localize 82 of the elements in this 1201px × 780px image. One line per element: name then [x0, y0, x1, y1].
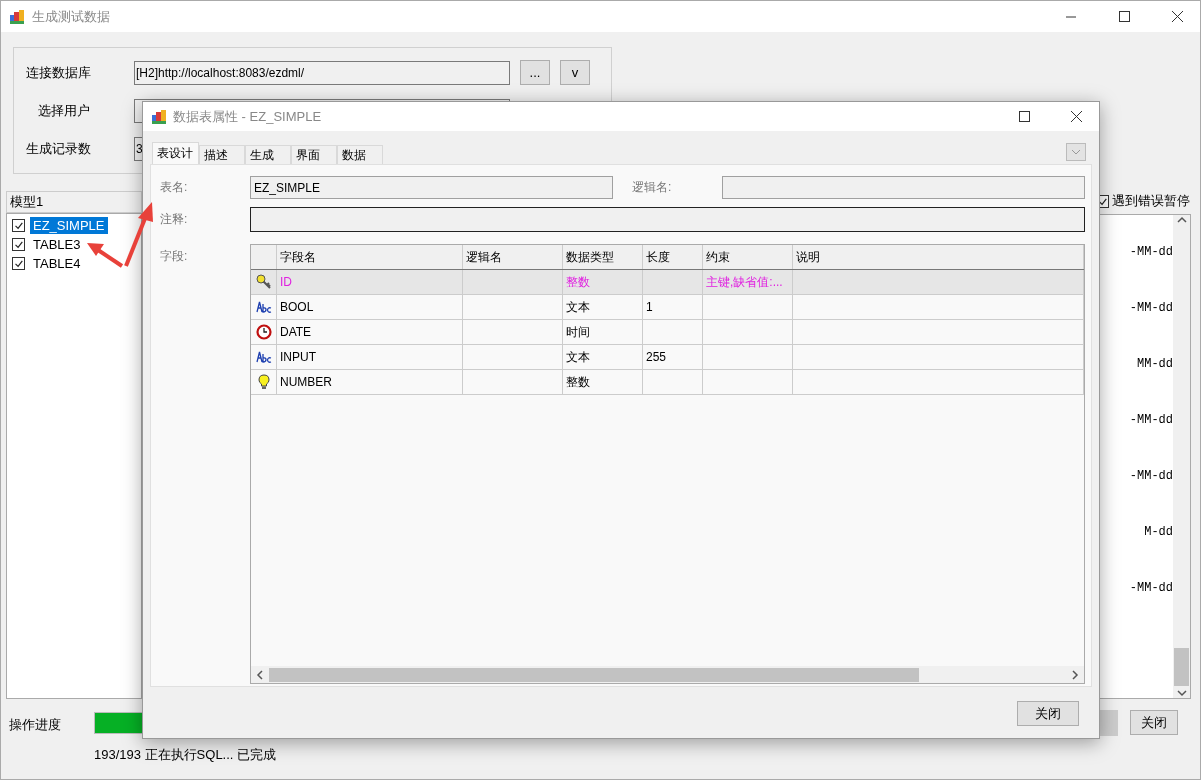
table-row[interactable]: BOOL 文本 1 [251, 295, 1084, 320]
tab[interactable]: 描述 [199, 145, 245, 164]
scroll-right-icon[interactable] [1070, 669, 1080, 680]
log-line: M-dd [1144, 524, 1173, 541]
scroll-thumb[interactable] [1174, 648, 1189, 686]
status-text: 193/193 正在执行SQL... 已完成 [94, 746, 278, 764]
maximize-icon [1018, 111, 1030, 122]
field-label: 生成记录数 [26, 139, 92, 158]
close-button[interactable]: 关闭 [1130, 710, 1178, 735]
table-cell: 整数 [563, 270, 643, 294]
log-line: -MM-dd [1129, 244, 1173, 261]
scroll-down-icon[interactable] [1176, 688, 1187, 698]
table-row[interactable]: INPUT 文本 255 [251, 345, 1084, 370]
column-header[interactable]: 逻辑名 [463, 245, 563, 269]
table-cell: 主键,缺省值:... [703, 270, 793, 294]
input-field[interactable] [722, 176, 1085, 199]
app-icon [151, 108, 167, 125]
tree-header: 模型1 [6, 191, 142, 213]
bulb-icon [257, 374, 270, 390]
tree-item[interactable]: EZ_SIMPLE [30, 217, 108, 234]
scrollbar[interactable] [251, 666, 1084, 683]
close-icon [1070, 111, 1082, 122]
input-field[interactable]: EZ_SIMPLE [250, 176, 613, 199]
table-cell: INPUT [277, 345, 463, 369]
text-type-icon [255, 300, 272, 314]
table-cell: NUMBER [277, 370, 463, 394]
text-type-icon [255, 350, 272, 364]
input-field[interactable] [250, 207, 1085, 232]
column-header[interactable]: 长度 [643, 245, 703, 269]
field-label: 连接数据库 [26, 63, 92, 82]
table-cell: DATE [277, 320, 463, 344]
column-header[interactable]: 字段名 [277, 245, 463, 269]
dialog-title: 数据表属性 - EZ_SIMPLE [173, 107, 322, 126]
input-field[interactable]: [H2]http://localhost:8083/ezdml/ [134, 60, 510, 85]
table-cell: 255 [643, 345, 703, 369]
log-line: MM-dd [1137, 356, 1173, 373]
field-label: 逻辑名: [632, 179, 673, 196]
log-line: -MM-dd [1129, 580, 1173, 597]
table-cell: 时间 [563, 320, 643, 344]
scroll-thumb[interactable] [269, 667, 919, 682]
column-header[interactable]: 说明 [793, 245, 1084, 269]
checkbox[interactable] [12, 219, 25, 232]
tree-item[interactable]: TABLE4 [30, 255, 84, 272]
window-title: 生成测试数据 [32, 7, 110, 26]
clock-icon [255, 324, 272, 340]
scrollbar[interactable] [1173, 215, 1190, 698]
column-header[interactable]: 数据类型 [563, 245, 643, 269]
tab[interactable]: 界面 [291, 145, 337, 164]
field-label: 表名: [160, 179, 189, 196]
tab[interactable]: 数据 [337, 145, 383, 164]
table-cell: 文本 [563, 345, 643, 369]
field-label: 字段: [160, 248, 189, 265]
option-button[interactable]: ... [520, 60, 550, 85]
log-line: -MM-dd [1129, 412, 1173, 429]
column-header[interactable]: 约束 [703, 245, 793, 269]
app-icon [9, 8, 25, 25]
table-row[interactable]: DATE 时间 [251, 320, 1084, 345]
progress-label: 操作进度 [8, 716, 62, 734]
tree-item[interactable]: TABLE3 [30, 236, 84, 253]
table-row[interactable]: NUMBER 整数 [251, 370, 1084, 395]
close-icon [1171, 11, 1183, 22]
table-cell: 1 [643, 295, 703, 319]
option-button[interactable]: v [560, 60, 590, 85]
scroll-up-icon[interactable] [1176, 215, 1187, 225]
checkbox[interactable] [12, 257, 25, 270]
table-cell: ID [277, 270, 463, 294]
tab[interactable]: 生成 [245, 145, 291, 164]
field-label: 注释: [160, 211, 189, 228]
table-cell: 文本 [563, 295, 643, 319]
chevron-down-icon [1071, 149, 1081, 155]
table-cell: BOOL [277, 295, 463, 319]
table-cell: 整数 [563, 370, 643, 394]
tab[interactable]: 表设计 [152, 142, 199, 164]
key-icon [255, 274, 272, 290]
checkbox[interactable] [12, 238, 25, 251]
checkbox-label: 遇到错误暂停 [1112, 192, 1190, 210]
scroll-left-icon[interactable] [255, 669, 265, 680]
field-label: 选择用户 [37, 101, 91, 120]
log-line: -MM-dd [1129, 300, 1173, 317]
maximize-icon [1118, 11, 1130, 22]
log-line: -MM-dd [1129, 468, 1173, 485]
close-button[interactable]: 关闭 [1017, 701, 1079, 726]
